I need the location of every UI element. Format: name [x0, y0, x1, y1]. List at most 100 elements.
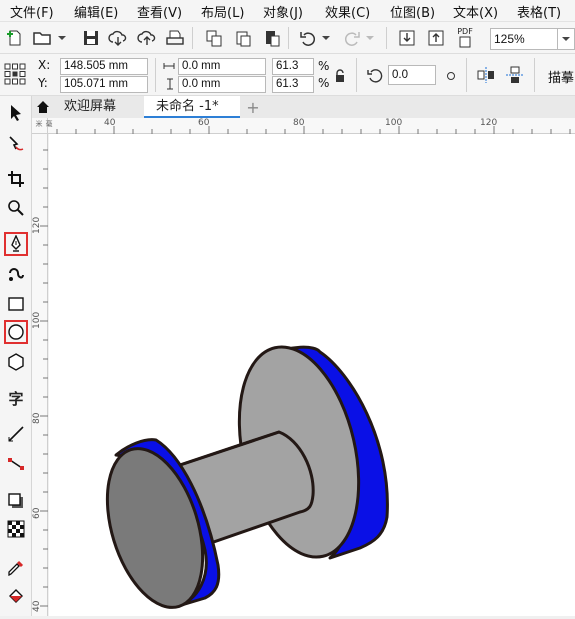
- rectangle-icon: [8, 297, 24, 311]
- ruler-label: 120: [32, 216, 42, 234]
- rotation-input[interactable]: 0.0: [388, 65, 436, 85]
- polygon-tool[interactable]: [4, 350, 28, 374]
- menu-object[interactable]: 对象(J): [263, 2, 303, 21]
- trace-button[interactable]: 描摹: [548, 67, 574, 86]
- width-input[interactable]: 0.0 mm: [178, 58, 266, 75]
- add-tab-button[interactable]: +: [242, 96, 264, 118]
- publish-pdf-button[interactable]: PDF: [453, 26, 477, 50]
- horizontal-ruler: 40 60 80 100 120: [32, 118, 575, 134]
- redo-icon: [344, 32, 360, 46]
- menu-file[interactable]: 文件(F): [10, 2, 54, 21]
- text-tool[interactable]: 字: [4, 386, 28, 410]
- ruler-ticks: [40, 149, 48, 607]
- rotation-icon-button: [365, 65, 387, 87]
- lock-icon: [336, 69, 344, 82]
- ruler-label: 80: [293, 118, 305, 128]
- pen-tool[interactable]: [4, 232, 28, 256]
- zoom-dropdown[interactable]: [558, 28, 575, 50]
- height-input[interactable]: 0.0 mm: [178, 76, 266, 93]
- shape-tool[interactable]: [4, 132, 28, 156]
- new-document-button[interactable]: [4, 27, 26, 49]
- lock-ratio-button[interactable]: [332, 65, 348, 87]
- undo-dropdown[interactable]: [320, 27, 332, 49]
- menu-layout[interactable]: 布局(L): [201, 2, 244, 21]
- crop-tool[interactable]: [4, 167, 28, 191]
- ruler-label: 100: [385, 118, 403, 128]
- print-icon: [166, 30, 184, 45]
- ruler-label: 40: [32, 600, 42, 612]
- reference-point-icon: [4, 63, 26, 85]
- tab-welcome-screen[interactable]: 欢迎屏幕: [54, 96, 144, 118]
- percent-label: %: [318, 76, 330, 90]
- drawing-canvas[interactable]: [49, 134, 575, 616]
- connector-tool[interactable]: [4, 452, 28, 476]
- menu-effects[interactable]: 效果(C): [325, 2, 370, 21]
- menu-bitmaps[interactable]: 位图(B): [390, 2, 435, 21]
- scale-x-input[interactable]: 61.3: [272, 58, 314, 75]
- export-cloud-button[interactable]: [136, 27, 158, 49]
- pen-nib-icon: [11, 235, 21, 252]
- zoom-tool[interactable]: [4, 196, 28, 220]
- crop-icon: [8, 171, 24, 187]
- transparency-tool[interactable]: [4, 517, 28, 541]
- rotation-degree-indicator: [443, 65, 459, 87]
- import-icon: [399, 30, 415, 46]
- mirror-vertical-icon: [506, 66, 524, 83]
- menu-edit[interactable]: 编辑(E): [74, 2, 118, 21]
- eyedropper-tool[interactable]: [4, 556, 28, 580]
- new-document-icon: [7, 30, 21, 46]
- ruler-label: 80: [32, 412, 42, 424]
- copy-icon: [206, 30, 222, 47]
- y-label: Y:: [38, 76, 48, 90]
- undo-button[interactable]: [297, 27, 319, 49]
- x-label: X:: [38, 58, 51, 72]
- magnifier-icon: [8, 200, 24, 216]
- ruler-corner[interactable]: 毫米: [32, 118, 53, 134]
- tab-label: 欢迎屏幕: [64, 99, 117, 114]
- chevron-down-icon: [366, 36, 374, 40]
- checkerboard-icon: [7, 520, 25, 538]
- artistic-media-tool[interactable]: [4, 262, 28, 286]
- open-button[interactable]: [32, 27, 54, 49]
- rectangle-tool[interactable]: [4, 292, 28, 316]
- import-button[interactable]: [396, 27, 418, 49]
- mirror-vertical-button[interactable]: [504, 64, 526, 86]
- folder-icon: [33, 32, 51, 45]
- tab-untitled-1[interactable]: 未命名 -1*: [144, 96, 240, 118]
- home-button[interactable]: [32, 96, 54, 118]
- export-icon: [428, 30, 444, 46]
- menu-table[interactable]: 表格(T): [517, 2, 561, 21]
- dimension-line-icon: [8, 426, 24, 442]
- polygon-icon: [8, 353, 24, 371]
- paste-button[interactable]: [232, 27, 254, 49]
- dimension-tool[interactable]: [4, 422, 28, 446]
- reference-point-selector[interactable]: [4, 63, 26, 85]
- plus-icon: +: [246, 97, 260, 117]
- menu-text[interactable]: 文本(X): [453, 2, 498, 21]
- drop-shadow-tool[interactable]: [4, 489, 28, 513]
- fill-tool[interactable]: [4, 584, 28, 608]
- scale-y-input[interactable]: 61.3: [272, 76, 314, 93]
- undo-icon: [300, 32, 316, 46]
- menu-view[interactable]: 查看(V): [137, 2, 182, 21]
- y-position-input[interactable]: 105.071 mm: [60, 76, 148, 93]
- x-position-input[interactable]: 148.505 mm: [60, 58, 148, 75]
- open-dropdown[interactable]: [56, 27, 68, 49]
- export-button[interactable]: [425, 27, 447, 49]
- import-cloud-button[interactable]: [107, 27, 129, 49]
- dumbbell-drawing[interactable]: [49, 134, 575, 616]
- mirror-horizontal-button[interactable]: [475, 64, 497, 86]
- redo-dropdown[interactable]: [364, 27, 376, 49]
- copy-button[interactable]: [203, 27, 225, 49]
- redo-button[interactable]: [341, 27, 363, 49]
- cut-button[interactable]: [261, 27, 283, 49]
- ellipse-tool[interactable]: [4, 320, 28, 344]
- ruler-label: 60: [198, 118, 210, 128]
- pick-tool[interactable]: [4, 101, 28, 125]
- print-button[interactable]: [164, 27, 186, 49]
- save-button[interactable]: [80, 27, 102, 49]
- menu-bar: 文件(F) 编辑(E) 查看(V) 布局(L) 对象(J) 效果(C) 位图(B…: [0, 0, 575, 22]
- chevron-down-icon: [58, 36, 66, 40]
- zoom-level-input[interactable]: 125%: [490, 28, 558, 50]
- rotate-icon: [367, 69, 383, 83]
